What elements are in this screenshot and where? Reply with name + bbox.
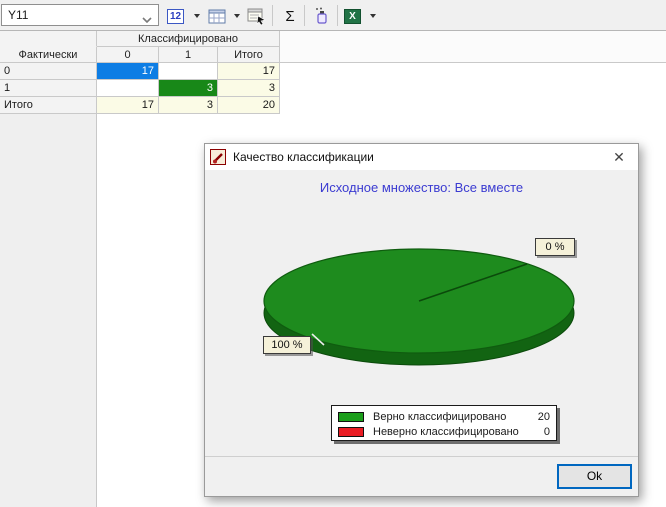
legend-value: 20 xyxy=(537,410,550,423)
excel-icon: X xyxy=(344,8,361,24)
export-dropdown[interactable] xyxy=(367,4,379,28)
properties-icon xyxy=(247,8,266,25)
row-label-total: Итого xyxy=(0,97,97,114)
legend-swatch-red xyxy=(338,426,364,437)
table-cell-selected[interactable]: 3 xyxy=(159,80,218,97)
table-cell-total[interactable]: 17 xyxy=(97,97,159,114)
column-header: Итого xyxy=(218,47,280,63)
dropdown-arrow-icon xyxy=(370,14,376,18)
table-view-dropdown[interactable] xyxy=(231,4,243,28)
dropdown-arrow-icon xyxy=(234,14,240,18)
table-view-button[interactable] xyxy=(208,4,226,28)
number-format-icon: 12 xyxy=(167,8,185,24)
legend-label: Неверно классифицировано xyxy=(373,425,519,438)
legend-swatch-green xyxy=(338,411,364,422)
corner-cell xyxy=(0,31,97,47)
chart-legend: Верно классифицировано 20 Неверно класси… xyxy=(331,405,557,441)
field-selector-value: Y11 xyxy=(8,8,29,22)
pie-label-hundred-percent: 100 % xyxy=(263,336,311,354)
legend-item-incorrect: Неверно классифицировано 0 xyxy=(338,424,550,439)
table-cell-total[interactable]: 20 xyxy=(218,97,280,114)
legend-item-correct: Верно классифицировано 20 xyxy=(338,409,550,424)
sum-button[interactable]: Σ xyxy=(279,4,301,28)
number-format-button[interactable]: 12 xyxy=(167,4,185,28)
legend-value: 0 xyxy=(543,425,550,438)
row-header-title: Фактически xyxy=(0,47,97,63)
column-group-header: Классифицировано xyxy=(97,31,280,47)
classification-table: Классифицировано Фактически 0 1 Итого 0 … xyxy=(0,31,280,114)
toolbar-separator xyxy=(304,5,305,26)
row-label: 1 xyxy=(0,80,97,97)
ink-bottle-button[interactable] xyxy=(311,4,333,28)
number-format-dropdown[interactable] xyxy=(191,4,203,28)
row-label: 0 xyxy=(0,63,97,80)
dialog-title: Качество классификации xyxy=(233,150,374,164)
ok-button[interactable]: Ok xyxy=(557,464,632,489)
close-icon[interactable]: ✕ xyxy=(609,148,629,166)
app-window: Y11 12 Σ X Классифицировано Фактически 0… xyxy=(0,0,666,507)
column-header: 0 xyxy=(97,47,159,63)
table-cell-total[interactable]: 3 xyxy=(159,97,218,114)
table-cell[interactable] xyxy=(97,80,159,97)
table-cell[interactable] xyxy=(159,63,218,80)
toolbar-separator xyxy=(272,5,273,26)
dialog-app-icon xyxy=(210,149,226,165)
field-selector-combobox[interactable]: Y11 xyxy=(1,4,159,26)
pie-label-zero-percent: 0 % xyxy=(535,238,575,256)
chevron-down-icon xyxy=(142,12,152,26)
table-cell-total[interactable]: 17 xyxy=(218,63,280,80)
toolbar-separator xyxy=(337,5,338,26)
dropdown-arrow-icon xyxy=(194,14,200,18)
table-icon xyxy=(208,9,226,23)
table-cell-selected[interactable]: 17 xyxy=(97,63,159,80)
properties-button[interactable] xyxy=(247,4,267,28)
column-header: 1 xyxy=(159,47,218,63)
dialog-footer-divider xyxy=(205,456,638,457)
row-header-column xyxy=(0,114,97,507)
dialog-titlebar[interactable]: Качество классификации ✕ xyxy=(205,144,638,170)
ink-bottle-icon xyxy=(316,7,327,24)
export-excel-button[interactable]: X xyxy=(344,4,361,28)
table-cell-total[interactable]: 3 xyxy=(218,80,280,97)
toolbar: Y11 12 Σ X xyxy=(0,0,666,31)
legend-label: Верно классифицировано xyxy=(373,410,507,423)
sigma-icon: Σ xyxy=(285,7,295,25)
classification-quality-dialog: Качество классификации ✕ Исходное множес… xyxy=(204,143,639,497)
